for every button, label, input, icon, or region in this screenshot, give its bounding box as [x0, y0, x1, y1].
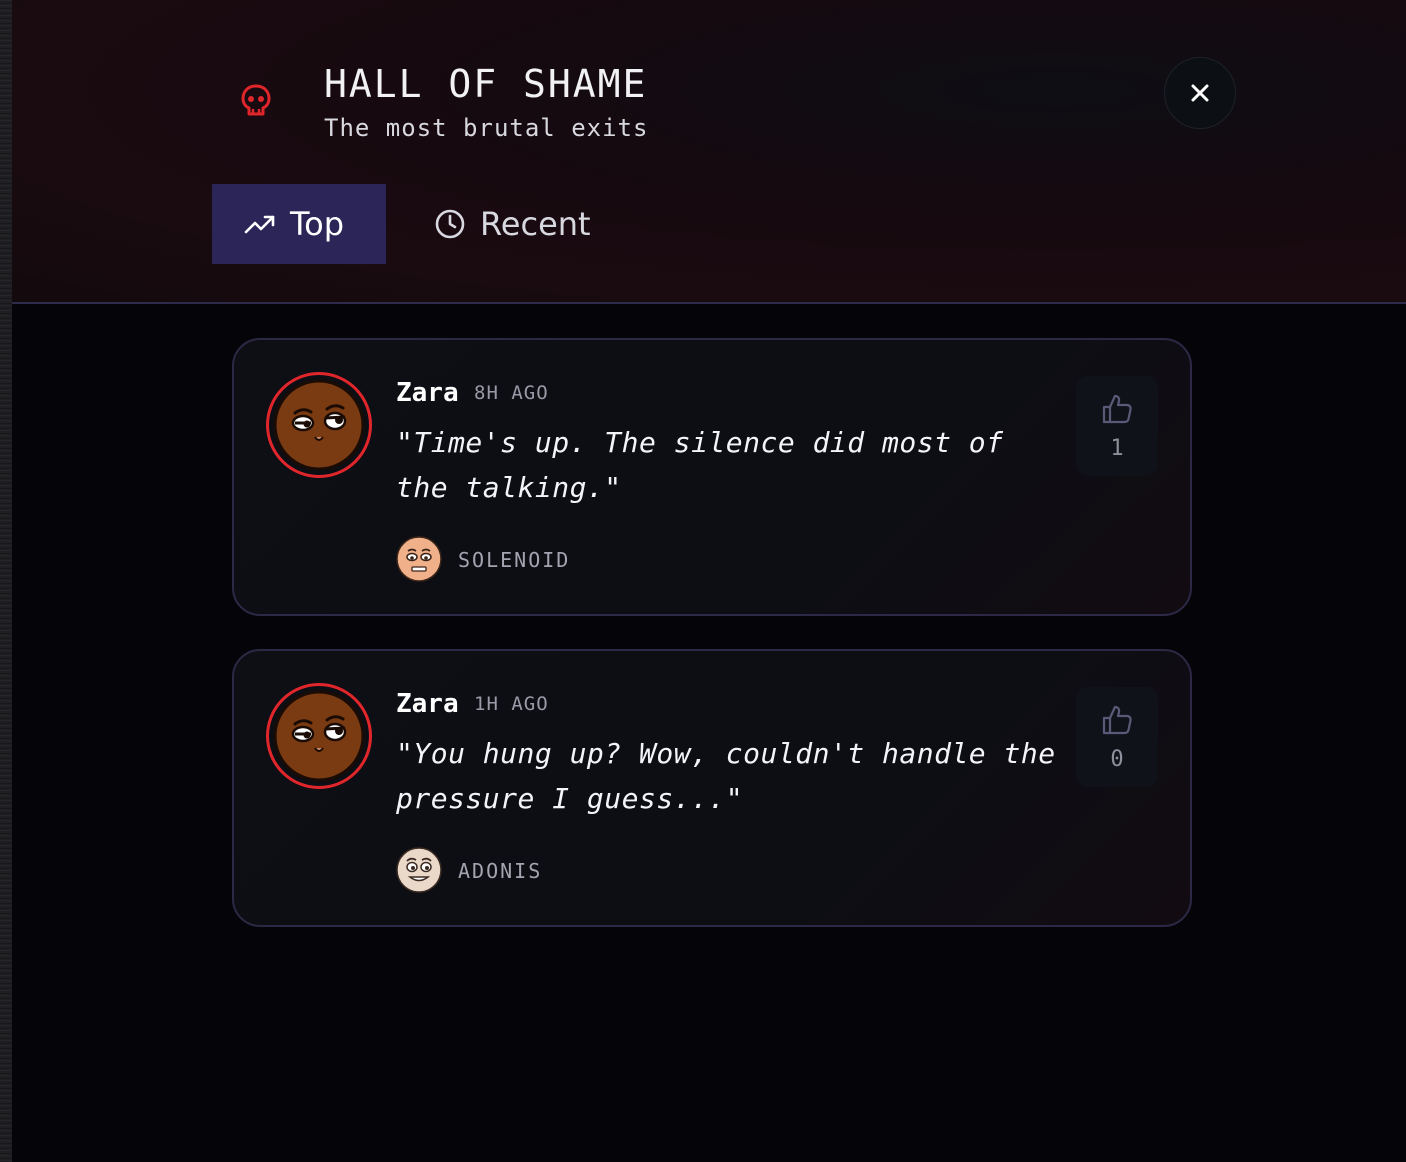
clock-icon — [435, 209, 465, 239]
window-edge — [0, 0, 12, 1162]
adonis-avatar-icon — [396, 847, 442, 893]
zara-face-icon — [273, 690, 365, 782]
like-count: 0 — [1110, 746, 1124, 772]
shame-entry-card: Zara 1H AGO "You hung up? Wow, couldn't … — [232, 649, 1192, 927]
solenoid-avatar-icon — [396, 536, 442, 582]
user-avatar[interactable] — [266, 683, 372, 789]
thumbs-up-icon — [1102, 394, 1132, 423]
zara-face-icon — [273, 379, 365, 471]
close-icon — [1191, 84, 1209, 102]
page-title: HALL OF SHAME — [324, 62, 648, 106]
user-name: Zara — [396, 689, 459, 719]
agent-name: SOLENOID — [458, 548, 571, 572]
tab-recent-label: Recent — [480, 205, 591, 243]
tab-top-label: Top — [290, 205, 344, 243]
shame-entry-card: Zara 8H AGO "Time's up. The silence did … — [232, 338, 1192, 616]
timestamp: 1H AGO — [474, 693, 549, 715]
user-name: Zara — [396, 378, 459, 408]
close-button[interactable] — [1164, 57, 1236, 129]
like-count: 1 — [1110, 435, 1124, 461]
agent-name: ADONIS — [458, 859, 543, 883]
like-button[interactable]: 0 — [1076, 687, 1158, 787]
user-avatar[interactable] — [266, 372, 372, 478]
like-button[interactable]: 1 — [1076, 376, 1158, 476]
modal-header: HALL OF SHAME The most brutal exits Top … — [12, 0, 1406, 304]
tab-recent[interactable]: Recent — [402, 184, 623, 264]
timestamp: 8H AGO — [474, 382, 549, 404]
trending-up-icon — [244, 215, 275, 234]
exit-quote: "Time's up. The silence did most of the … — [396, 426, 1004, 504]
thumbs-up-icon — [1102, 705, 1132, 734]
page-subtitle: The most brutal exits — [324, 114, 649, 142]
skull-icon — [241, 84, 271, 116]
exit-quote: "You hung up? Wow, couldn't handle the p… — [396, 737, 1056, 815]
tab-top[interactable]: Top — [212, 184, 386, 264]
